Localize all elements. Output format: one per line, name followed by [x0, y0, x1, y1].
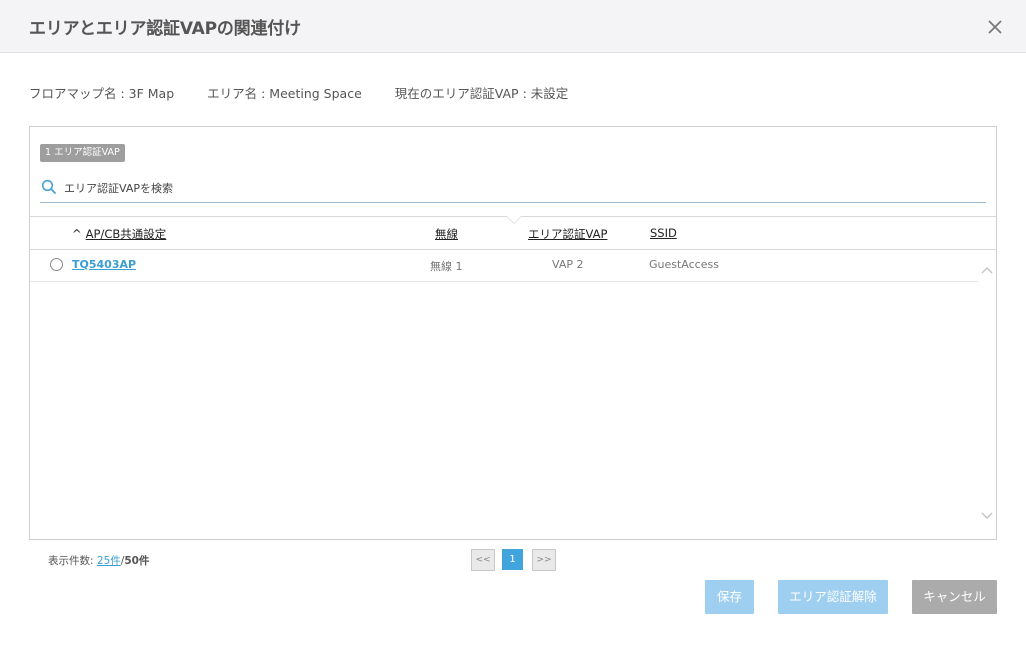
vertical-scrollbar[interactable] — [978, 249, 995, 537]
search-icon — [41, 179, 57, 195]
pager-current-page[interactable]: 1 — [502, 549, 523, 570]
scroll-down-icon[interactable] — [981, 511, 993, 521]
column-ap-cb-settings-label: AP/CB共通設定 — [85, 227, 167, 241]
column-area-vap[interactable]: エリア認証VAP — [528, 226, 607, 242]
total-count: 50件 — [124, 555, 150, 567]
column-radio[interactable]: 無線 — [435, 226, 458, 242]
current-area-vap: 現在のエリア認証VAP : 未設定 — [394, 86, 569, 101]
close-icon[interactable] — [984, 16, 1006, 38]
table-header: ^ AP/CB共通設定 無線 エリア認証VAP SSID — [30, 216, 996, 250]
selection-count-badge: 1 エリア認証VAP — [40, 144, 125, 162]
release-area-auth-button[interactable]: エリア認証解除 — [778, 580, 888, 614]
radio-cell: 無線 1 — [430, 260, 463, 273]
pager-prev-button[interactable]: << — [471, 549, 495, 571]
vap-list-panel: 1 エリア認証VAP ^AP/CB共通設定 無線 エリア認証VAP SSID T… — [29, 126, 997, 540]
vap-cell: VAP 2 — [552, 258, 584, 271]
area-name: エリア名 : Meeting Space — [207, 86, 362, 101]
info-line: フロアマップ名 : 3F Map エリア名 : Meeting Space 現在… — [29, 83, 597, 102]
column-ap-cb-settings[interactable]: ^ AP/CB共通設定 — [72, 226, 166, 242]
search-box — [40, 175, 986, 203]
ssid-cell: GuestAccess — [649, 258, 719, 271]
page-size-label: 表示件数: — [48, 555, 94, 567]
sort-asc-icon: ^ — [72, 227, 82, 241]
column-ssid[interactable]: SSID — [650, 226, 677, 240]
header-notch-inner — [507, 216, 521, 223]
row-select-radio[interactable] — [50, 258, 63, 271]
floor-map-name: フロアマップ名 : 3F Map — [29, 86, 175, 101]
table-row[interactable]: TQ5403AP 無線 1 VAP 2 GuestAccess — [30, 249, 978, 282]
cancel-button[interactable]: キャンセル — [912, 580, 997, 614]
search-input[interactable] — [62, 177, 966, 199]
dialog-header: エリアとエリア認証VAPの関連付け — [0, 0, 1026, 53]
page-size-selector[interactable]: 25件 — [97, 555, 121, 567]
dialog-title: エリアとエリア認証VAPの関連付け — [29, 19, 301, 39]
pager-next-button[interactable]: >> — [532, 549, 556, 571]
save-button[interactable]: 保存 — [705, 580, 754, 614]
scroll-up-icon[interactable] — [981, 265, 993, 275]
ap-name-link[interactable]: TQ5403AP — [72, 258, 136, 271]
page-size-info: 表示件数: 25件/50件 — [48, 553, 149, 568]
